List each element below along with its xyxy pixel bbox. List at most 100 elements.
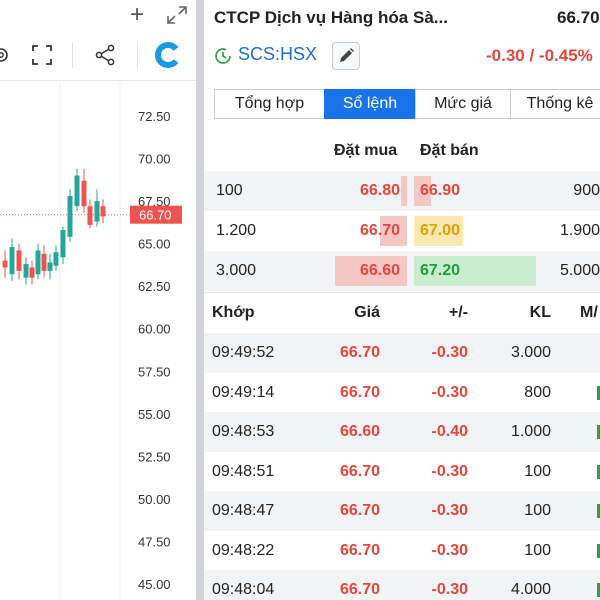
trade-volume: 100 xyxy=(524,541,551,559)
trade-change: -0.30 xyxy=(431,383,468,401)
trade-volume: 4.000 xyxy=(510,581,551,598)
bid-volume: 100 xyxy=(216,182,243,199)
trade-price: 66.70 xyxy=(339,581,380,598)
tab-2[interactable]: Mức giá xyxy=(415,89,511,119)
ask-price[interactable]: 66.90 xyxy=(420,182,460,200)
candle-body xyxy=(100,206,106,217)
edit-button[interactable] xyxy=(332,42,360,70)
trade-volume: 100 xyxy=(524,462,551,480)
candle-body xyxy=(47,262,53,271)
y-tick-label: 45.00 xyxy=(138,577,171,592)
volume-header: KL xyxy=(529,304,551,321)
y-tick-label: 65.00 xyxy=(138,237,171,252)
stock-code-row: SCS:HSX -0.30 / -0.45% xyxy=(214,42,600,70)
price-change: -0.30 / -0.45% xyxy=(486,46,593,65)
candle-body xyxy=(53,252,59,266)
candle-body xyxy=(9,247,15,275)
stock-title-row: CTCP Dịch vụ Hàng hóa Sà... 66.70 xyxy=(214,8,600,32)
orderbook-header: Đặt mua Đặt bán xyxy=(204,136,600,166)
trade-price: 66.70 xyxy=(339,502,380,519)
trade-volume: 3.000 xyxy=(510,344,551,361)
trade-time: 09:48:22 xyxy=(212,541,275,559)
settings-icon[interactable] xyxy=(0,46,10,64)
bid-volume: 1.200 xyxy=(216,222,257,239)
trade-time: 09:48:53 xyxy=(212,423,275,440)
current-price: 66.70 xyxy=(557,8,600,27)
trade-row[interactable]: 09:48:51 66.70 -0.30 100 xyxy=(204,452,600,492)
candle-body xyxy=(23,264,29,278)
candle-body xyxy=(67,195,73,237)
trade-row[interactable]: 09:48:22 66.70 -0.30 100 xyxy=(204,531,600,571)
orderbook-row[interactable]: 3.000 66.60 67.20 5.000 xyxy=(204,251,600,291)
trades-header: Khớp Giá +/- KL M/ xyxy=(204,296,600,330)
trade-time: 09:48:47 xyxy=(212,502,275,519)
toolbar-separator xyxy=(137,42,138,68)
company-name: CTCP Dịch vụ Hàng hóa Sà... xyxy=(214,8,448,27)
ask-volume: 1.900 xyxy=(559,222,600,239)
bid-price[interactable]: 66.80 xyxy=(360,182,400,200)
expand-icon[interactable] xyxy=(166,5,188,25)
ask-price[interactable]: 67.20 xyxy=(420,262,460,280)
orderbook-row[interactable]: 1.200 66.70 67.00 1.900 xyxy=(204,211,600,251)
candle-body xyxy=(94,201,100,222)
candle-body xyxy=(2,260,8,268)
tab-1[interactable]: Sổ lệnh xyxy=(324,89,416,119)
y-tick-label: 62.50 xyxy=(138,279,171,294)
trade-change: -0.30 xyxy=(431,581,468,598)
brand-logo-icon xyxy=(155,42,179,68)
pencil-icon xyxy=(340,48,354,62)
ask-price[interactable]: 67.00 xyxy=(420,222,460,240)
trade-time: 09:48:04 xyxy=(212,581,275,598)
bid-header: Đặt mua xyxy=(334,142,398,159)
y-tick-label: 57.50 xyxy=(138,364,171,379)
fullscreen-icon[interactable] xyxy=(32,45,52,65)
add-icon[interactable]: + xyxy=(130,2,144,28)
chart-topbar: + xyxy=(0,0,196,30)
trade-price: 66.70 xyxy=(339,462,380,480)
trade-price: 66.70 xyxy=(339,383,380,401)
orderbook-row[interactable]: 100 66.80 66.90 900 xyxy=(204,171,600,211)
candle-body xyxy=(35,250,41,275)
ask-header: Đặt bán xyxy=(420,142,479,159)
trade-row[interactable]: 09:48:47 66.70 -0.30 100 xyxy=(204,491,600,531)
trade-row[interactable]: 09:48:04 66.70 -0.30 4.000 xyxy=(204,570,600,600)
change-header: +/- xyxy=(448,304,468,321)
trade-change: -0.30 xyxy=(431,541,468,559)
trade-change: -0.30 xyxy=(431,462,468,480)
trade-volume: 800 xyxy=(524,383,551,401)
candle-body xyxy=(81,180,87,207)
trade-change: -0.40 xyxy=(431,423,468,440)
bid-price[interactable]: 66.60 xyxy=(360,262,400,280)
price-chart[interactable]: 72.5070.0067.5065.0062.5060.0057.5055.00… xyxy=(0,80,196,600)
bid-volume: 3.000 xyxy=(216,262,257,279)
y-tick-label: 55.00 xyxy=(138,407,171,422)
tab-0[interactable]: Tổng hợp xyxy=(214,89,325,119)
price-header: Giá xyxy=(354,304,380,321)
candle-body xyxy=(41,253,47,271)
trade-row[interactable]: 09:49:14 66.70 -0.30 800 xyxy=(204,373,600,413)
toolbar-separator xyxy=(72,42,73,68)
trade-price: 66.60 xyxy=(339,423,380,440)
candle-body xyxy=(60,230,66,258)
bid-price[interactable]: 66.70 xyxy=(360,222,400,240)
chart-toolbar xyxy=(0,30,196,81)
trade-volume: 100 xyxy=(524,502,551,519)
last-price-label: 66.70 xyxy=(139,208,172,223)
y-tick-label: 70.00 xyxy=(138,152,171,167)
y-tick-label: 47.50 xyxy=(138,534,171,549)
side-header: M/ xyxy=(580,304,598,321)
y-tick-label: 52.50 xyxy=(138,449,171,464)
trade-time: 09:49:52 xyxy=(212,344,275,361)
share-icon[interactable] xyxy=(94,44,116,66)
panel-divider[interactable] xyxy=(196,0,204,600)
tab-3[interactable]: Thống kê xyxy=(510,89,600,119)
section-divider xyxy=(204,292,600,293)
trade-row[interactable]: 09:49:52 66.70 -0.30 3.000 xyxy=(204,333,600,373)
stock-code[interactable]: SCS:HSX xyxy=(238,44,317,65)
candle-body xyxy=(74,175,80,207)
trade-row[interactable]: 09:48:53 66.60 -0.40 1.000 xyxy=(204,412,600,452)
chart-panel: + 72.50 70.00 67.50 65.00 62.50 60.00 57.50 55.… xyxy=(0,0,196,600)
trade-time: 09:48:51 xyxy=(212,462,275,480)
time-header: Khớp xyxy=(212,304,255,321)
ask-volume: 5.000 xyxy=(559,262,600,279)
